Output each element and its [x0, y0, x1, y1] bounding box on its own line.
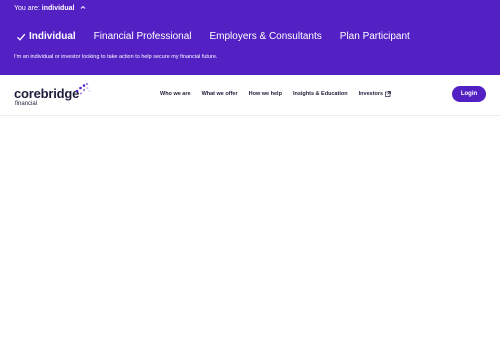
audience-description: I'm an individual or investor looking to… [14, 54, 218, 60]
persona-selector[interactable]: You are: individual [14, 4, 86, 13]
persona-prefix: You are: [14, 5, 40, 12]
nav-label: Investors [358, 91, 384, 97]
tab-label: Financial Professional [93, 31, 192, 42]
tab-label: Individual [29, 31, 76, 42]
main-nav: Who we are What we offer How we help Ins… [160, 89, 391, 99]
tab-label: Employers & Consultants [209, 31, 322, 42]
nav-insights-education[interactable]: Insights & Education [293, 91, 348, 97]
tab-plan-participant[interactable]: Plan Participant [340, 31, 410, 43]
nav-who-we-are[interactable]: Who we are [160, 91, 191, 97]
tab-financial-professional[interactable]: Financial Professional [94, 31, 192, 43]
tab-label: Plan Participant [339, 31, 410, 42]
chevron-up-icon [80, 4, 86, 13]
nav-what-we-offer[interactable]: What we offer [202, 91, 238, 97]
nav-how-we-help[interactable]: How we help [249, 91, 282, 97]
tab-employers-consultants[interactable]: Employers & Consultants [210, 31, 322, 43]
persona-value: individual [41, 5, 75, 12]
external-link-icon [385, 91, 391, 97]
login-button[interactable]: Login [452, 86, 486, 102]
nav-investors[interactable]: Investors [359, 91, 391, 97]
corebridge-dots-logo [75, 82, 91, 95]
checkmark-icon [16, 32, 26, 42]
tab-individual[interactable]: Individual [16, 31, 76, 43]
logo-subtext: financial [15, 101, 38, 107]
corebridge-logo[interactable]: corebridge financial [14, 82, 94, 110]
audience-panel: You are: individual Individual Financial… [0, 0, 500, 75]
site-header: corebridge financial Who we are What we … [0, 75, 500, 116]
logo-wordmark: corebridge [14, 86, 80, 101]
main-content [0, 116, 500, 348]
audience-tabs: Individual Financial Professional Employ… [16, 30, 410, 44]
